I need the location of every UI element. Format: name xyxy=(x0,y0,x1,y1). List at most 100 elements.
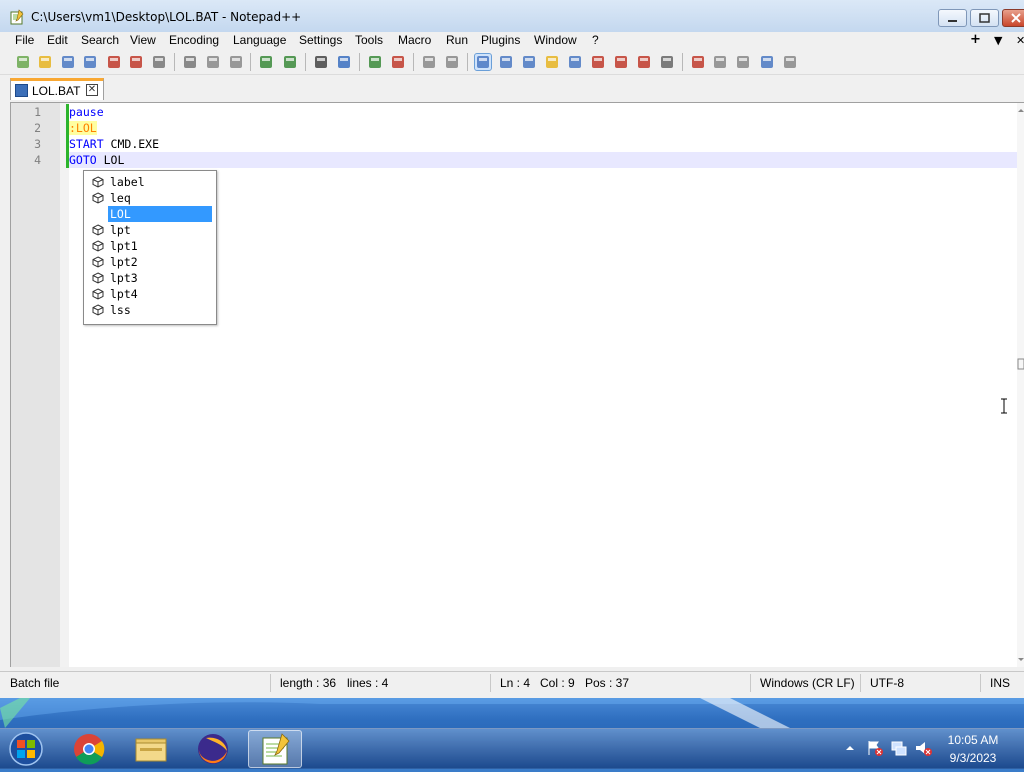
word-wrap-icon[interactable] xyxy=(474,53,492,71)
replace-icon[interactable] xyxy=(336,54,352,70)
show-all-chars-icon[interactable] xyxy=(498,54,514,70)
autocomplete-item[interactable]: leq xyxy=(84,190,214,206)
close-document-button[interactable]: ✕ xyxy=(1016,34,1024,47)
save-all-icon[interactable] xyxy=(82,54,98,70)
language-udl-icon[interactable] xyxy=(544,54,560,70)
paste-icon[interactable] xyxy=(228,54,244,70)
open-file-icon[interactable] xyxy=(37,54,53,70)
zoom-out-icon[interactable] xyxy=(390,54,406,70)
menu-tools[interactable]: Tools xyxy=(355,33,383,47)
code-keyword: GOTO xyxy=(69,153,97,167)
find-icon[interactable] xyxy=(313,54,329,70)
autocomplete-item[interactable]: lpt xyxy=(84,222,214,238)
menu-macro[interactable]: Macro xyxy=(398,33,431,47)
play-macro-icon[interactable] xyxy=(735,54,751,70)
taskbar-chrome[interactable] xyxy=(62,730,116,768)
menu-language[interactable]: Language xyxy=(233,33,286,47)
code-line[interactable]: :LOL xyxy=(69,120,1017,136)
autocomplete-item-label: lpt3 xyxy=(110,271,138,285)
autocomplete-item[interactable]: lpt4 xyxy=(84,286,214,302)
title-bar[interactable]: C:\Users\vm1\Desktop\LOL.BAT - Notepad++ xyxy=(0,0,1024,33)
save-macro-icon[interactable] xyxy=(782,54,798,70)
zoom-in-icon[interactable] xyxy=(367,54,383,70)
menu-run[interactable]: Run xyxy=(446,33,468,47)
indent-guide-icon[interactable] xyxy=(521,54,537,70)
save-icon[interactable] xyxy=(60,54,76,70)
code-line[interactable]: pause xyxy=(69,104,1017,120)
code-line[interactable]: START CMD.EXE xyxy=(69,136,1017,152)
line-number-gutter: 1 2 3 4 xyxy=(11,103,60,667)
function-list-icon[interactable] xyxy=(590,54,606,70)
doc-map-icon[interactable] xyxy=(567,54,583,70)
vertical-scrollbar[interactable] xyxy=(1017,103,1024,667)
volume-muted-icon[interactable] xyxy=(914,739,932,757)
firefox-icon xyxy=(198,734,228,764)
minimize-icon xyxy=(948,20,957,22)
taskbar-firefox[interactable] xyxy=(186,730,240,768)
status-divider xyxy=(750,674,751,692)
taskbar-notepadpp[interactable] xyxy=(248,730,302,768)
status-mode[interactable]: INS xyxy=(990,676,1010,690)
close-icon xyxy=(1011,13,1021,23)
tab-close-icon[interactable]: ✕ xyxy=(86,84,98,96)
redo-icon[interactable] xyxy=(282,54,298,70)
taskbar-explorer[interactable] xyxy=(124,730,178,768)
action-center-flag-icon[interactable] xyxy=(866,739,884,757)
code-line-current[interactable]: GOTO LOL xyxy=(69,152,1017,168)
code-keyword: START xyxy=(69,137,104,151)
close-all-icon[interactable] xyxy=(128,54,144,70)
sync-vertical-icon[interactable] xyxy=(421,54,437,70)
play-multiple-icon[interactable] xyxy=(759,54,775,70)
cut-icon[interactable] xyxy=(182,54,198,70)
autocomplete-item[interactable]: lss xyxy=(84,302,214,318)
autocomplete-item-label: lpt4 xyxy=(110,287,138,301)
clock-date[interactable]: 9/3/2023 xyxy=(940,751,1006,765)
autocomplete-item[interactable]: lpt2 xyxy=(84,254,214,270)
network-icon[interactable] xyxy=(890,739,908,757)
maximize-button[interactable] xyxy=(970,9,999,27)
menu-plugins[interactable]: Plugins xyxy=(481,33,520,47)
fold-margin[interactable] xyxy=(60,103,69,667)
autocomplete-item[interactable]: lpt1 xyxy=(84,238,214,254)
show-hidden-icons-icon[interactable] xyxy=(844,742,856,754)
status-bar: Batch file length : 36 lines : 4 Ln : 4 … xyxy=(0,671,1024,694)
status-eol[interactable]: Windows (CR LF) xyxy=(760,676,855,690)
autocomplete-item[interactable]: LOL xyxy=(84,206,214,222)
status-divider xyxy=(270,674,271,692)
close-icon[interactable] xyxy=(106,54,122,70)
folder-workspace-icon[interactable] xyxy=(613,54,629,70)
notepadpp-app-icon xyxy=(10,9,24,25)
autocomplete-popup[interactable]: label leq LOL lpt lpt1 lpt2 lpt3 lpt4 lss xyxy=(83,170,217,325)
toolbar-separator xyxy=(174,53,175,71)
copy-icon[interactable] xyxy=(205,54,221,70)
menu-edit[interactable]: Edit xyxy=(47,33,68,47)
tab-lol-bat[interactable]: LOL.BAT ✕ xyxy=(10,78,104,100)
doc-switcher-icon[interactable] xyxy=(636,54,652,70)
new-tab-plus-button[interactable]: + xyxy=(970,32,981,47)
undo-icon[interactable] xyxy=(258,54,274,70)
clock-time[interactable]: 10:05 AM xyxy=(940,733,1006,747)
minimize-button[interactable] xyxy=(938,9,967,27)
start-button-icon[interactable] xyxy=(6,730,46,768)
menu-file[interactable]: File xyxy=(15,33,34,47)
line-number: 1 xyxy=(34,105,41,119)
tab-list-dropdown-button[interactable]: ▼ xyxy=(994,34,1002,47)
status-encoding[interactable]: UTF-8 xyxy=(870,676,904,690)
record-macro-icon[interactable] xyxy=(690,54,706,70)
toolbar-separator xyxy=(305,53,306,71)
print-icon[interactable] xyxy=(151,54,167,70)
menu-help[interactable]: ? xyxy=(592,33,599,47)
new-file-icon[interactable] xyxy=(15,54,31,70)
close-window-button[interactable] xyxy=(1002,9,1024,27)
menu-search[interactable]: Search xyxy=(81,33,119,47)
menu-window[interactable]: Window xyxy=(534,33,577,47)
status-divider xyxy=(980,674,981,692)
monitor-icon[interactable] xyxy=(659,54,675,70)
stop-record-icon[interactable] xyxy=(712,54,728,70)
autocomplete-item[interactable]: lpt3 xyxy=(84,270,214,286)
sync-horizontal-icon[interactable] xyxy=(444,54,460,70)
autocomplete-item[interactable]: label xyxy=(84,174,214,190)
menu-settings[interactable]: Settings xyxy=(299,33,342,47)
menu-view[interactable]: View xyxy=(130,33,156,47)
menu-encoding[interactable]: Encoding xyxy=(169,33,219,47)
